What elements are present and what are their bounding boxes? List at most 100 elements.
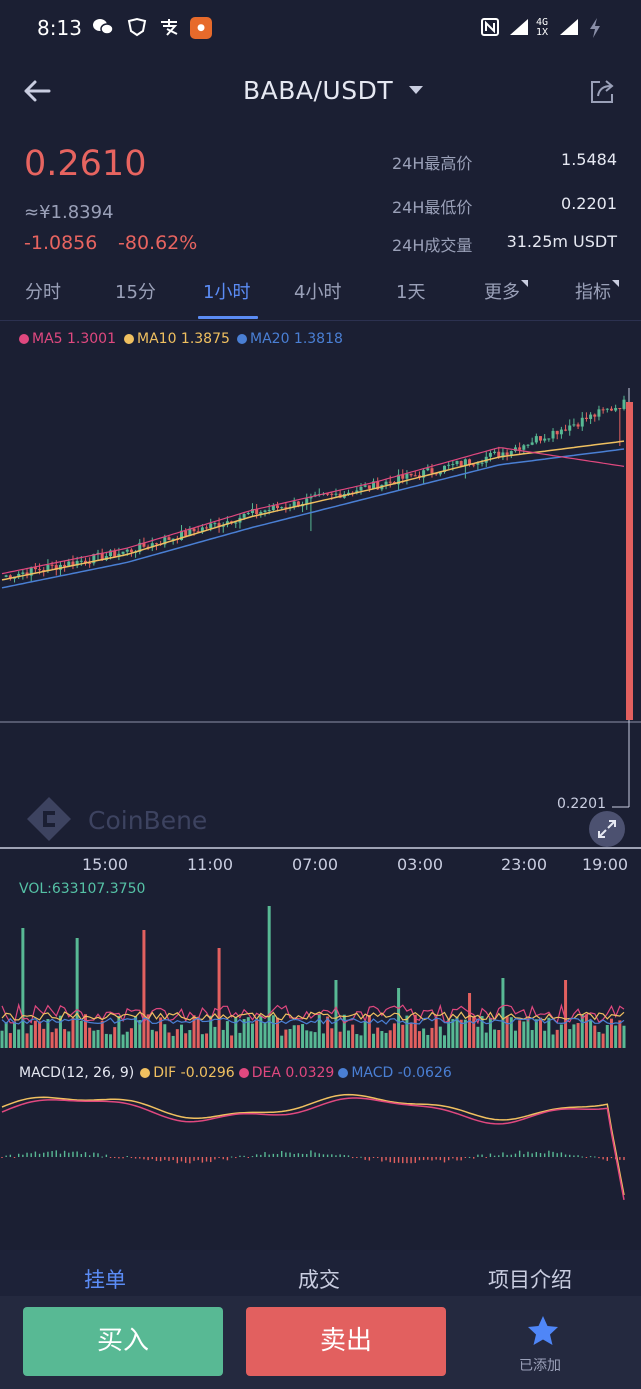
macd-bar: [122, 1157, 124, 1159]
volume-bar: [196, 1016, 200, 1048]
volume-bar: [555, 1029, 559, 1048]
macd-bar: [560, 1152, 563, 1157]
buy-button[interactable]: 买入: [23, 1307, 223, 1376]
tab-1d[interactable]: 1天: [396, 278, 425, 304]
chevron-down-icon[interactable]: [409, 86, 423, 94]
tab-time-sharing[interactable]: 分时: [25, 278, 61, 304]
volume-bar: [271, 1015, 275, 1048]
candle-body: [330, 493, 334, 495]
tab-1h[interactable]: 1小时: [203, 278, 250, 304]
macd-bar: [59, 1153, 62, 1157]
volume-bar: [54, 1028, 58, 1048]
last-price: 0.2610: [24, 144, 147, 184]
candle-body: [209, 523, 213, 529]
volume-bar: [597, 1031, 601, 1048]
candle-body: [430, 468, 434, 474]
candle-body: [547, 438, 551, 440]
price-chart[interactable]: [0, 350, 641, 850]
volume-bar: [33, 1020, 37, 1048]
candle-body: [551, 430, 555, 439]
macd-bar: [539, 1153, 542, 1157]
volume-bar: [530, 1030, 534, 1048]
macd-bar: [193, 1157, 195, 1161]
macd-bar: [139, 1157, 141, 1159]
macd-bar: [489, 1153, 492, 1157]
volume-bar: [230, 1035, 234, 1048]
star-icon[interactable]: [526, 1314, 560, 1348]
volume-bar: [71, 1018, 75, 1048]
candle-body: [614, 407, 618, 411]
candle-body: [205, 527, 209, 529]
macd-bar: [447, 1157, 450, 1161]
volume-bar: [292, 1025, 296, 1048]
notification-icon: [126, 17, 148, 39]
volume-ma-line: [1, 1017, 625, 1025]
candle-body: [568, 425, 572, 431]
candle-body: [589, 414, 593, 419]
volume-bar: [250, 1023, 254, 1048]
tab-indicators[interactable]: 指标: [575, 278, 619, 304]
volume-bar: [451, 1019, 455, 1048]
macd-bar: [414, 1157, 416, 1163]
volume-bar: [13, 1021, 17, 1048]
candle-body: [534, 436, 538, 443]
sell-button[interactable]: 卖出: [246, 1307, 446, 1376]
candle-body: [125, 549, 129, 552]
x-tick: 19:00: [582, 855, 629, 874]
ma5-dot: [19, 334, 29, 344]
candle-body: [267, 510, 271, 512]
macd-bar: [377, 1157, 379, 1158]
tab-4h[interactable]: 4小时: [294, 278, 341, 304]
macd-bar: [289, 1152, 291, 1157]
macd-bar: [255, 1154, 258, 1157]
candle-body: [509, 451, 513, 455]
share-icon[interactable]: [589, 79, 615, 105]
tab-15m[interactable]: 15分: [115, 278, 156, 304]
tab-more[interactable]: 更多: [484, 278, 528, 304]
volume-bar: [543, 1030, 547, 1048]
pair-selector[interactable]: BABA/USDT: [243, 76, 393, 105]
macd-bar: [147, 1157, 149, 1161]
ma5-legend-text: MA5 1.3001: [32, 331, 116, 347]
dif-line: [1, 1093, 625, 1196]
candle-body: [359, 486, 363, 491]
macd-bar: [523, 1154, 525, 1157]
volume-bar: [150, 1029, 154, 1048]
macd-bar: [43, 1152, 45, 1157]
macd-bar: [318, 1153, 320, 1157]
favorite-label[interactable]: 已添加: [519, 1355, 561, 1375]
volume-bar: [238, 1032, 242, 1048]
macd-bar: [172, 1157, 174, 1161]
macd-bar: [389, 1157, 391, 1163]
macd-bar: [623, 1157, 625, 1161]
volume-bar: [351, 1024, 355, 1048]
macd-bar: [176, 1157, 179, 1164]
expand-chart-button[interactable]: [589, 811, 625, 847]
volume-bar: [29, 1025, 33, 1048]
macd-bar: [439, 1157, 442, 1161]
candle-body: [459, 461, 463, 467]
volume-ma-line: [1, 1002, 625, 1025]
macd-bar: [51, 1151, 53, 1157]
macd-bar: [97, 1153, 99, 1157]
macd-bar: [468, 1156, 471, 1158]
macd-bar: [514, 1153, 517, 1157]
back-arrow-icon[interactable]: [22, 76, 52, 106]
volume-bar: [46, 1019, 50, 1048]
macd-bar: [485, 1157, 487, 1158]
tab-project-intro[interactable]: 项目介绍: [488, 1264, 572, 1294]
volume-bar: [129, 1028, 133, 1048]
macd-bar: [1, 1157, 3, 1158]
volume-bar: [171, 1035, 175, 1048]
volume-bar: [50, 1032, 54, 1048]
stat-value-high: 1.5484: [561, 150, 617, 169]
tab-orders[interactable]: 挂单: [84, 1264, 126, 1294]
macd-bar: [493, 1155, 496, 1157]
candle-body: [622, 399, 626, 409]
indicator-charts[interactable]: [0, 875, 641, 1245]
volume-bar: [593, 1025, 597, 1048]
tab-trades[interactable]: 成交: [298, 1264, 340, 1294]
macd-bar: [301, 1153, 304, 1157]
macd-bar: [151, 1157, 153, 1160]
volume-bar: [4, 1022, 8, 1048]
